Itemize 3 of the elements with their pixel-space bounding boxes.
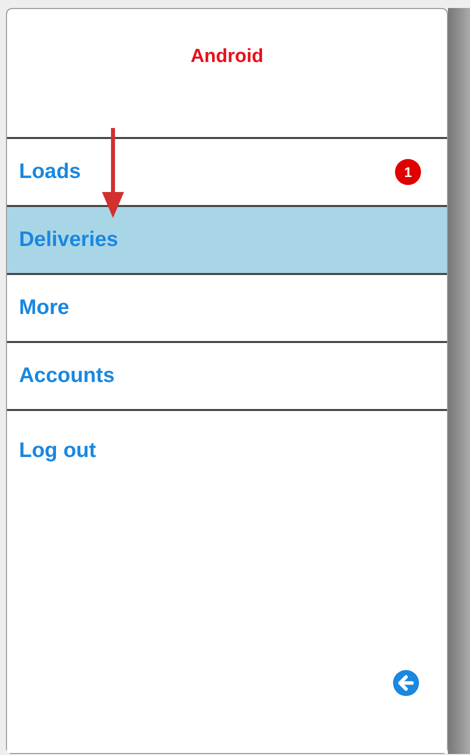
- menu-item[interactable]: Deliveries: [7, 207, 447, 275]
- header-title: Android: [190, 45, 264, 69]
- count-badge: 1: [395, 159, 421, 185]
